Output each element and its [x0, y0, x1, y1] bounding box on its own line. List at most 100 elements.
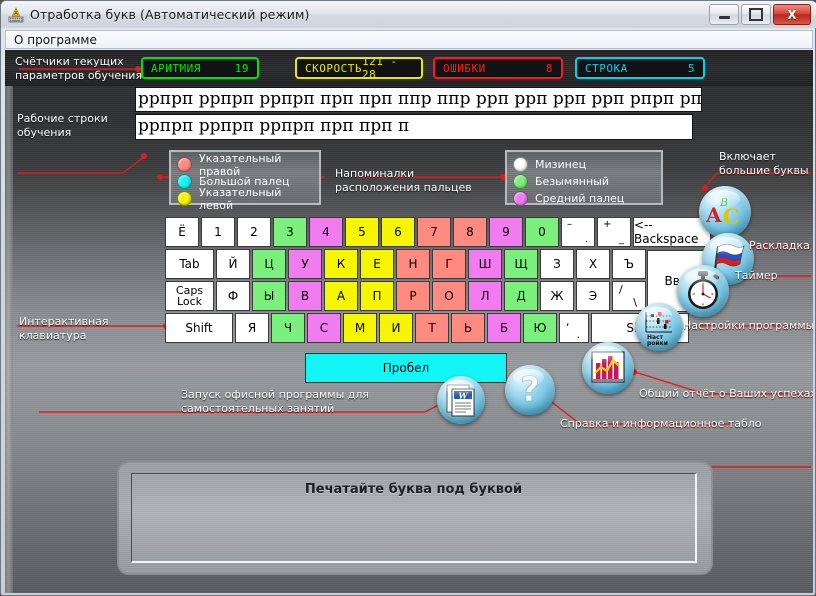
key-label: Ж — [550, 289, 564, 303]
key-ё[interactable]: Ё — [165, 217, 199, 247]
key-label: С — [319, 321, 329, 335]
key-2[interactable]: 2 — [237, 217, 271, 247]
key-label-top: , — [566, 315, 570, 328]
legend-row: Указательный правой — [177, 152, 313, 178]
legend-label: Средний палец — [535, 192, 625, 205]
minimize-button[interactable] — [709, 4, 739, 25]
legend-label: Указательный левой — [199, 185, 282, 212]
work-line-typed[interactable]: ррпрп ррпрп ррпрп прп прп п — [135, 114, 693, 140]
caps-orb[interactable]: B A C — [699, 186, 751, 238]
key-5[interactable]: 5 — [345, 217, 379, 247]
key-1[interactable]: 1 — [201, 217, 235, 247]
key-я[interactable]: Я — [235, 313, 269, 343]
key-ю[interactable]: Ю — [523, 313, 557, 343]
key-м[interactable]: М — [343, 313, 377, 343]
keyboard-row-4: ShiftЯЧСМИТЬБЮ,.Shift — [165, 313, 713, 343]
svg-text:ройки: ройки — [647, 340, 668, 347]
main-canvas: Счётчики текущих параметров обучения АРИ… — [5, 50, 813, 593]
key-shift[interactable]: Shift — [165, 313, 233, 343]
key-й[interactable]: Й — [216, 249, 250, 279]
key-,.[interactable]: ,. — [559, 313, 589, 343]
legend-label: Безымянный — [535, 175, 609, 188]
settings-orb-annotation: Настройки программы — [683, 319, 813, 332]
close-button[interactable]: X — [773, 4, 811, 25]
key-ч[interactable]: Ч — [271, 313, 305, 343]
key-г[interactable]: Г — [432, 249, 466, 279]
key-label: П — [372, 289, 382, 303]
key-–.[interactable]: –. — [561, 217, 595, 247]
key-<---backspace[interactable]: <-- Backspace — [633, 217, 711, 247]
legend-row: Мизинец — [513, 156, 655, 173]
key-label: Ф — [227, 289, 239, 303]
finger-legend-left: Указательный правой Большой палец Указат… — [169, 150, 321, 212]
word-orb[interactable]: W — [437, 376, 485, 424]
timer-orb[interactable] — [677, 265, 729, 317]
key-label: И — [391, 321, 401, 335]
key-label: Б — [499, 321, 509, 335]
key-а[interactable]: А — [324, 281, 358, 311]
key-ж[interactable]: Ж — [540, 281, 574, 311]
keyboard-row-1: Ё 1 2 3 4 5 6 7 8 9 0–. + _ <-- Backspace — [165, 217, 713, 247]
key-label: О — [444, 289, 454, 303]
key-label: Н — [408, 257, 418, 271]
key-tab[interactable]: Tab — [165, 249, 214, 279]
counter-value: 121 - 28 — [361, 55, 398, 81]
help-orb[interactable]: ? — [505, 365, 555, 415]
key-label: 2 — [250, 225, 258, 239]
key-ц[interactable]: Ц — [252, 249, 286, 279]
key-х[interactable]: Х — [576, 249, 610, 279]
keyboard-row-3: Caps Lock Ф Ы В А П Р О Л Д Ж Э / \ — [165, 281, 713, 311]
key-ъ[interactable]: Ъ — [612, 249, 646, 279]
counter-label: СКОРОСТЬ — [305, 61, 362, 75]
key-label: М — [354, 321, 366, 335]
key-н[interactable]: Н — [396, 249, 430, 279]
counter-value: 19 — [234, 61, 249, 75]
key-р[interactable]: Р — [396, 281, 430, 311]
key-label: К — [336, 257, 346, 271]
key-к[interactable]: К — [324, 249, 358, 279]
key-и[interactable]: И — [379, 313, 413, 343]
typing-app-icon: A — [8, 6, 24, 23]
key-т[interactable]: Т — [415, 313, 449, 343]
key-label: Я — [247, 321, 257, 335]
report-orb-annotation: Общий отчёт о Ваших успехах — [639, 387, 813, 400]
settings-orb[interactable]: Наст ройки — [635, 303, 683, 351]
key-/\[interactable]: / \ — [612, 281, 646, 311]
key-ш[interactable]: Ш — [468, 249, 502, 279]
key-label: В — [300, 289, 310, 303]
key-з[interactable]: З — [540, 249, 574, 279]
svg-text:A: A — [705, 203, 722, 227]
status-prompt: Печатайте буква под буквой — [304, 482, 523, 497]
report-orb[interactable] — [582, 342, 634, 394]
key-4[interactable]: 4 — [309, 217, 343, 247]
key-9[interactable]: 9 — [489, 217, 523, 247]
key-п[interactable]: П — [360, 281, 394, 311]
key-щ[interactable]: Щ — [504, 249, 538, 279]
key-0[interactable]: 0 — [525, 217, 559, 247]
key-с[interactable]: С — [307, 313, 341, 343]
key-о[interactable]: О — [432, 281, 466, 311]
key-е[interactable]: Е — [360, 249, 394, 279]
key-э[interactable]: Э — [576, 281, 610, 311]
key-7[interactable]: 7 — [417, 217, 451, 247]
key-space[interactable]: Пробел — [305, 353, 507, 383]
key-ы[interactable]: Ы — [252, 281, 286, 311]
key-3[interactable]: 3 — [273, 217, 307, 247]
key-л[interactable]: Л — [468, 281, 502, 311]
key-б[interactable]: Б — [487, 313, 521, 343]
key-caps-lock[interactable]: Caps Lock — [165, 281, 214, 311]
key-у[interactable]: У — [288, 249, 322, 279]
menu-item-about[interactable]: О программе — [6, 33, 97, 47]
interactive-keyboard[interactable]: Ё 1 2 3 4 5 6 7 8 9 0–. + _ <-- Backspace Tab Й Ц У К Е Н Г Ш Щ… — [165, 217, 713, 383]
key-ф[interactable]: Ф — [216, 281, 250, 311]
key-6[interactable]: 6 — [381, 217, 415, 247]
svg-text:A: A — [14, 11, 18, 17]
maximize-button[interactable] — [741, 4, 771, 25]
key-ь[interactable]: Ь — [451, 313, 485, 343]
key-label: 4 — [322, 225, 330, 239]
key-+_[interactable]: + _ — [597, 217, 631, 247]
key-д[interactable]: Д — [504, 281, 538, 311]
key-8[interactable]: 8 — [453, 217, 487, 247]
key-в[interactable]: В — [288, 281, 322, 311]
color-dot-pinky — [513, 157, 528, 172]
